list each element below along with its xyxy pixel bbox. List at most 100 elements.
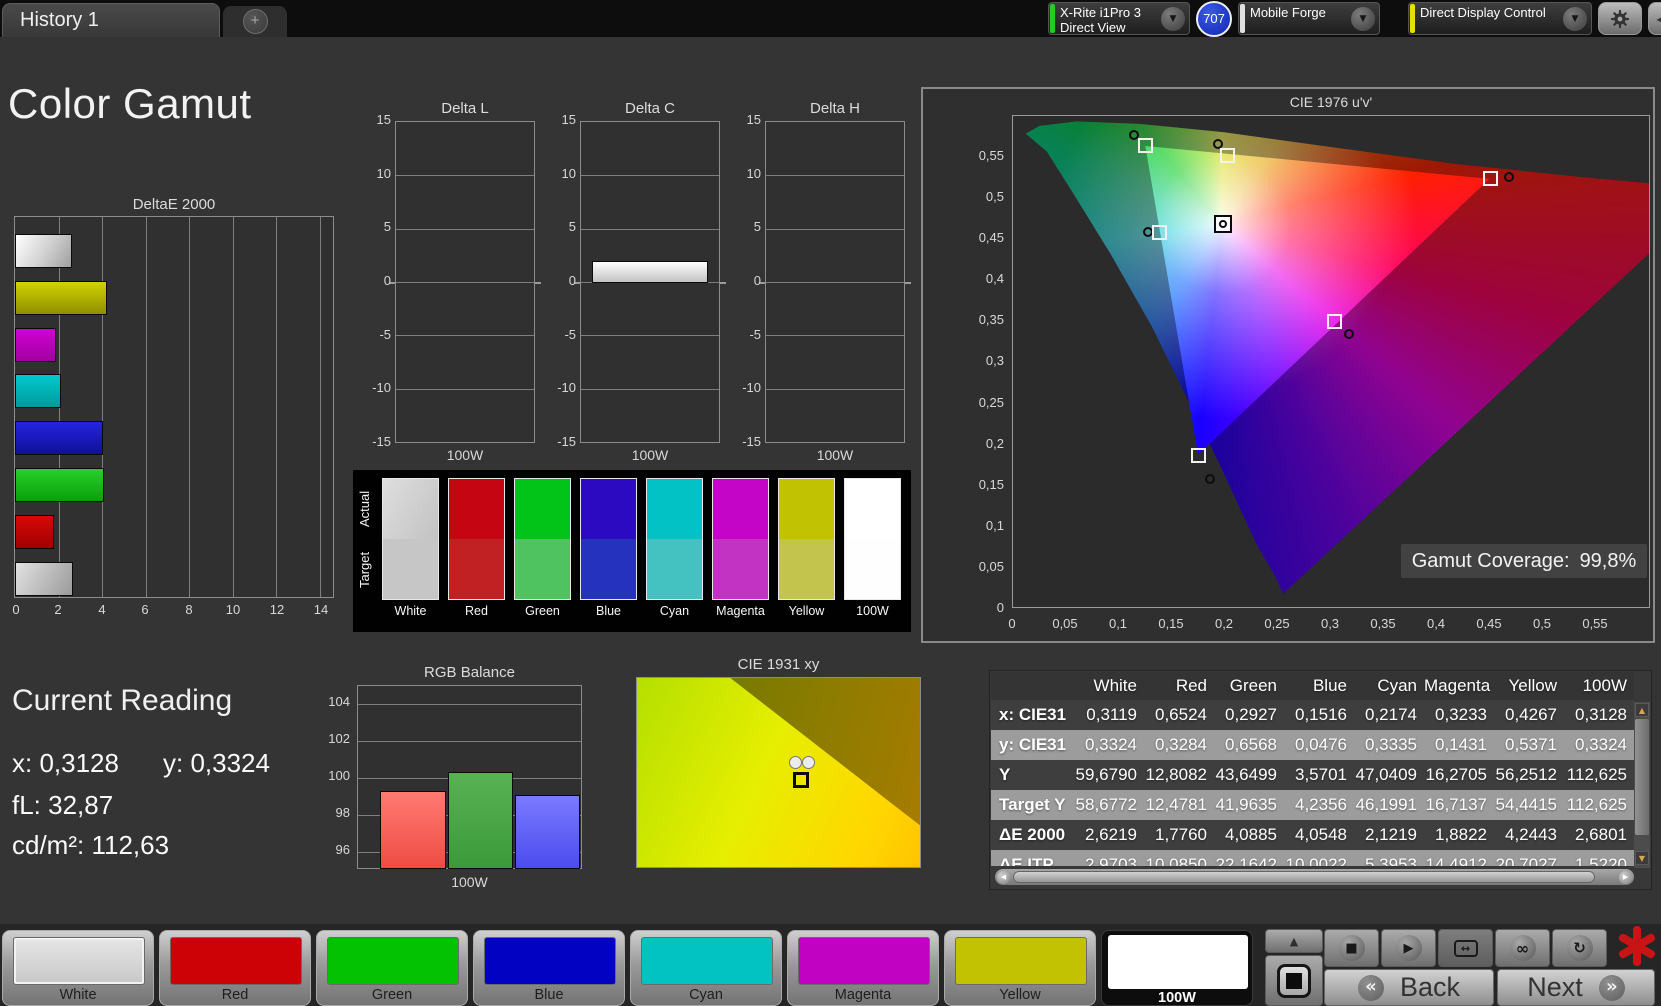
swatch-label: Green [525, 604, 560, 618]
scroll-right-arrow[interactable]: ▶ [1619, 871, 1632, 884]
axis-tick: 14 [313, 602, 329, 617]
pattern-swatch [170, 937, 302, 985]
pattern-button-red[interactable]: Red [159, 930, 311, 1006]
target-cyan [1152, 225, 1167, 240]
axis-tick: 102 [328, 731, 350, 746]
axis-tick: 0,15 [1158, 616, 1184, 631]
pattern-button-white[interactable]: White [2, 930, 154, 1006]
axis-tick: 0 [1008, 616, 1016, 631]
scroll-up-arrow[interactable]: ▲ [1635, 703, 1649, 717]
table-row[interactable]: y: CIE31 0,3324 0,3284 0,6568 0,0476 0,3… [991, 730, 1634, 760]
table-row[interactable]: x: CIE31 0,3119 0,6524 0,2927 0,1516 0,2… [991, 700, 1634, 730]
axis-tick: 98 [335, 805, 350, 820]
gridline [396, 175, 534, 177]
measuring-indicator-asterisk-icon [1618, 926, 1656, 966]
pattern-button-magenta[interactable]: Magenta [787, 930, 939, 1006]
axis-tick: -15 [742, 434, 761, 449]
workflow-dropdown[interactable]: Mobile Forge ▼ [1238, 2, 1380, 35]
column-header: Red [1175, 676, 1207, 695]
pattern-swatch [327, 937, 459, 985]
pattern-window-up-button[interactable]: ▲ [1265, 929, 1323, 953]
settings-button[interactable] [1598, 2, 1642, 35]
gridline [276, 217, 278, 597]
chevron-down-icon: ▼ [1161, 7, 1185, 31]
collapse-panel-button[interactable]: ◀ [1648, 2, 1661, 35]
target-green [1138, 138, 1153, 153]
gamut-region [637, 678, 920, 867]
column-header: White [1093, 676, 1137, 695]
pattern-window-button[interactable] [1265, 955, 1323, 1006]
pattern-swatch [641, 937, 773, 985]
axis-tick: 15 [746, 112, 761, 127]
table-row[interactable]: ΔE 2000 2,6219 1,7760 4,0885 4,0548 2,12… [991, 820, 1634, 850]
loop-button[interactable]: ∞ [1495, 929, 1550, 967]
pattern-button-green[interactable]: Green [316, 930, 468, 1006]
column-header: 100W [1582, 676, 1627, 695]
table-row[interactable]: Target Y 58,6772 12,4781 41,9635 4,2356 … [991, 790, 1634, 820]
play-button[interactable]: ▶ [1381, 929, 1436, 967]
cie1931-chart [636, 677, 921, 868]
meter-dropdown[interactable]: X-Rite i1Pro 3 Direct View ▼ [1048, 2, 1190, 35]
axis-tick: 0,25 [978, 395, 1004, 410]
scrollbar-thumb[interactable] [1635, 719, 1649, 835]
swatch-100w [844, 478, 901, 600]
axis-tick: 0 [753, 273, 761, 288]
pattern-window-icon [1277, 963, 1311, 998]
refresh-button[interactable]: ↻ [1552, 929, 1607, 967]
pattern-button-100w[interactable]: 100W [1101, 930, 1253, 1006]
display-control-stripe [1410, 4, 1415, 33]
axis-tick: 0 [383, 273, 391, 288]
stop-icon: ■ [1338, 935, 1365, 961]
bar-gray [15, 561, 74, 596]
target-blue [1191, 448, 1206, 463]
gridline [581, 175, 719, 177]
app-window: History 1 + X-Rite i1Pro 3 Direct View ▼… [0, 0, 1661, 1006]
swatch-green [514, 478, 571, 600]
add-tab-button[interactable]: + [223, 6, 287, 37]
horizontal-scrollbar[interactable]: ◀ ▶ [995, 869, 1634, 885]
axis-tick: 5 [753, 219, 761, 234]
coverage-label: Gamut Coverage: [1411, 549, 1570, 572]
row-label: y: CIE31 [999, 735, 1067, 754]
back-button[interactable]: « Back [1324, 969, 1494, 1006]
swatch-magenta [712, 478, 769, 600]
green-balance-bar [448, 772, 513, 869]
axis-tick: -10 [557, 380, 576, 395]
pattern-button-yellow[interactable]: Yellow [944, 930, 1096, 1006]
axis-tick: 100 [328, 768, 350, 783]
play-icon: ▶ [1395, 935, 1422, 961]
table-row[interactable]: ΔE ITP 2,9703 10,0850 22,1642 10,0022 5,… [991, 850, 1634, 866]
tab-history[interactable]: History 1 [2, 3, 220, 37]
swatch-blue [580, 478, 637, 600]
bar-yellow [15, 280, 108, 315]
next-button[interactable]: Next » [1497, 969, 1655, 1006]
table-row[interactable]: Y 59,6790 12,8082 43,6499 3,5701 47,0409… [991, 760, 1634, 790]
gridline [102, 217, 104, 597]
axis-tick: 0,3 [1320, 616, 1340, 631]
axis-tick: 0,5 [985, 189, 1004, 204]
gridline [396, 282, 534, 283]
scrollbar-thumb[interactable] [1013, 871, 1595, 883]
chevron-down-icon: ▼ [1351, 7, 1375, 31]
reading-luminance: cd/m²: 112,63 [12, 830, 170, 860]
column-header: Green [1229, 676, 1277, 695]
axis-tick: 6 [141, 602, 149, 617]
row-label: x: CIE31 [999, 705, 1067, 724]
pattern-button-blue[interactable]: Blue [473, 930, 625, 1006]
axis-tick: -10 [372, 380, 391, 395]
vertical-scrollbar[interactable]: ▲ ▼ [1634, 702, 1650, 868]
meter-count-badge[interactable]: 707 [1196, 1, 1232, 37]
axis-tick: 0,2 [985, 436, 1004, 451]
axis-tick: 0,2 [1214, 616, 1234, 631]
scroll-down-arrow[interactable]: ▼ [1635, 851, 1649, 865]
pattern-size-button[interactable]: ↔ [1438, 929, 1493, 967]
pattern-button-cyan[interactable]: Cyan [630, 930, 782, 1006]
gridline [766, 175, 904, 177]
scroll-left-arrow[interactable]: ◀ [997, 871, 1010, 884]
axis-tick: 12 [269, 602, 285, 617]
stop-button[interactable]: ■ [1324, 929, 1379, 967]
gamut-coverage-readout: Gamut Coverage: 99,8% [1401, 544, 1647, 578]
axis-tick: 0,1 [1108, 616, 1128, 631]
actual-target-swatches: Actual Target White Red Green Blue Cyan … [353, 470, 911, 632]
display-control-dropdown[interactable]: Direct Display Control ▼ [1408, 2, 1592, 35]
